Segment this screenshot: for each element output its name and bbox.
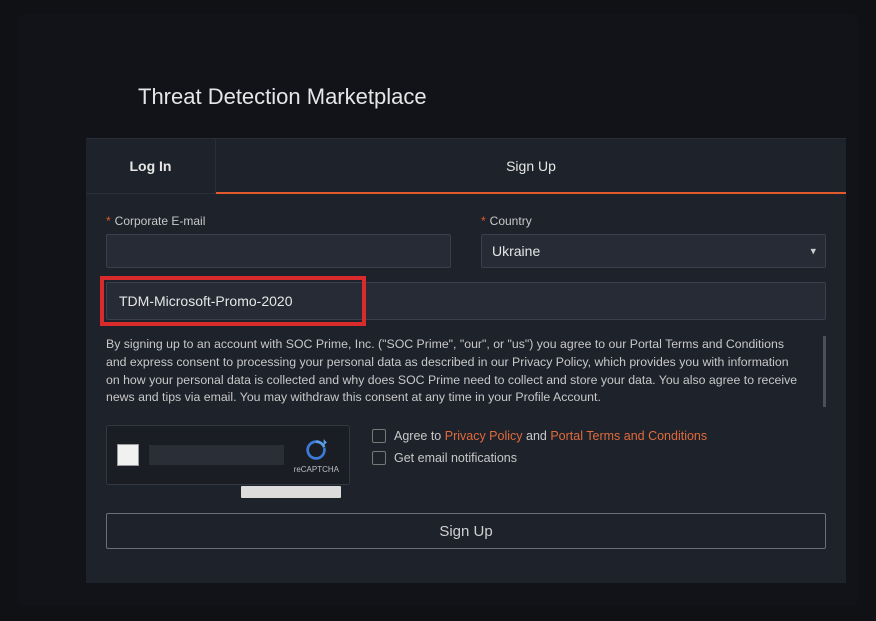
promo-code-input[interactable]: [106, 282, 826, 320]
agree-text: Agree to Privacy Policy and Portal Terms…: [394, 429, 707, 443]
country-select-wrap: Ukraine ▾: [481, 234, 826, 268]
recaptcha-body: [149, 445, 284, 465]
app-window: Threat Detection Marketplace Log In Sign…: [18, 14, 858, 606]
form-row-1: *Corporate E-mail *Country Ukraine ▾: [86, 194, 846, 268]
promo-wrap: [106, 282, 826, 320]
agree-checkbox[interactable]: [372, 429, 386, 443]
recaptcha-logo: reCAPTCHA: [294, 437, 339, 474]
privacy-policy-link[interactable]: Privacy Policy: [445, 429, 523, 443]
page-title: Threat Detection Marketplace: [138, 84, 427, 110]
tab-login[interactable]: Log In: [86, 139, 216, 194]
recaptcha-widget[interactable]: reCAPTCHA: [106, 425, 350, 485]
bottom-row: reCAPTCHA Agree to Privacy Policy and Po…: [106, 425, 826, 485]
auth-panel: Log In Sign Up *Corporate E-mail *Countr…: [86, 138, 846, 583]
country-select[interactable]: Ukraine: [481, 234, 826, 268]
email-input[interactable]: [106, 234, 451, 268]
country-label: *Country: [481, 214, 826, 228]
recaptcha-label: reCAPTCHA: [294, 465, 339, 474]
emails-checkbox[interactable]: [372, 451, 386, 465]
agree-row: Agree to Privacy Policy and Portal Terms…: [372, 429, 707, 443]
emails-label: Get email notifications: [394, 451, 517, 465]
email-label: *Corporate E-mail: [106, 214, 451, 228]
agree-and: and: [523, 429, 551, 443]
recaptcha-icon: [303, 437, 329, 463]
terms-link[interactable]: Portal Terms and Conditions: [550, 429, 707, 443]
consent-checkboxes: Agree to Privacy Policy and Portal Terms…: [372, 425, 707, 465]
agree-prefix: Agree to: [394, 429, 445, 443]
consent-text: By signing up to an account with SOC Pri…: [106, 336, 826, 407]
emails-row: Get email notifications: [372, 451, 707, 465]
email-label-text: Corporate E-mail: [115, 214, 206, 228]
recaptcha-checkbox[interactable]: [117, 444, 139, 466]
signup-button[interactable]: Sign Up: [106, 513, 826, 549]
country-field-wrap: *Country Ukraine ▾: [481, 214, 826, 268]
country-label-text: Country: [490, 214, 532, 228]
recaptcha-privacy-strip: [241, 486, 341, 498]
email-field-wrap: *Corporate E-mail: [106, 214, 451, 268]
auth-tabs: Log In Sign Up: [86, 138, 846, 194]
tab-signup[interactable]: Sign Up: [216, 139, 846, 194]
